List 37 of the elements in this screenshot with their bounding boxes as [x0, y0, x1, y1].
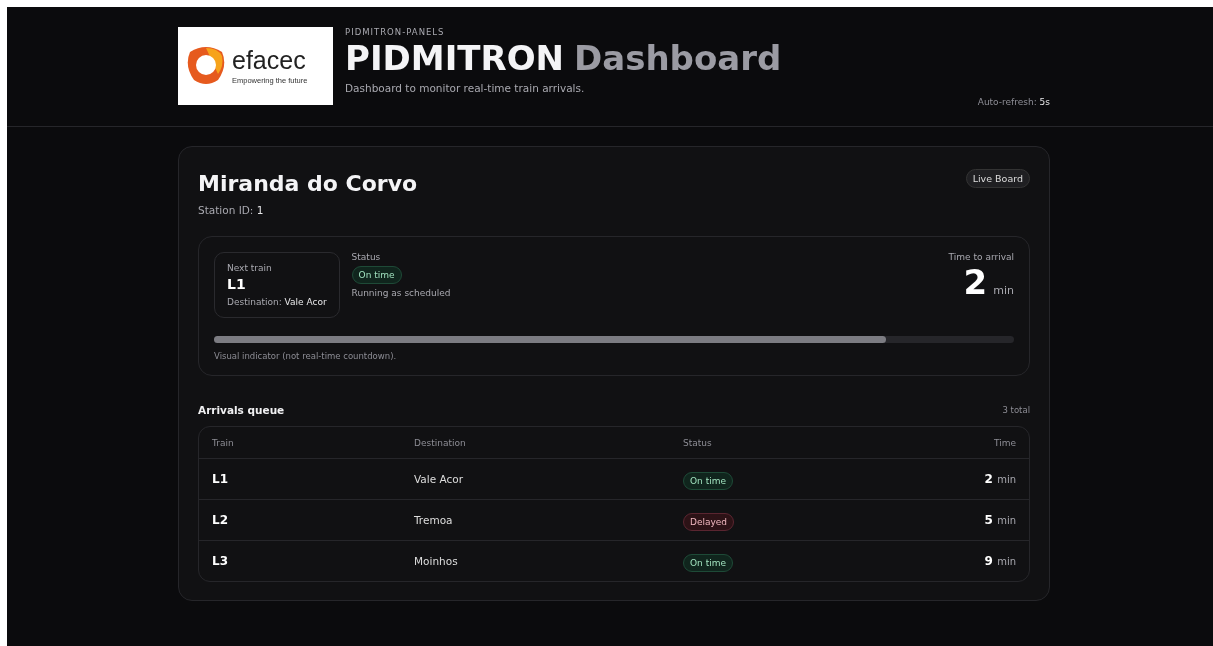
column-header: Train — [212, 437, 235, 448]
indicator-note: Visual indicator (not real-time countdown). — [214, 351, 398, 361]
next-train-label: Next train — [227, 263, 273, 273]
app-eyebrow: PIDMITRON-PANELS — [345, 27, 446, 37]
page-title: PIDMITRON — [345, 39, 564, 79]
eta-value: 2 — [963, 264, 988, 302]
page-title-accent: Dashboard — [574, 39, 782, 79]
destination-cell-text: Vale Acor — [414, 473, 465, 485]
destination-cell-text: Tremoa — [414, 514, 454, 526]
time-cell: 2 min — [984, 472, 1016, 486]
destination-cell-text: Moinhos — [414, 555, 459, 567]
status-pill: On time — [351, 266, 402, 284]
auto-refresh-label: Auto-refresh: 5s — [977, 97, 1050, 107]
station-name: Miranda do Corvo — [198, 171, 418, 196]
next-train-destination: Destination: Vale Acor — [227, 297, 327, 307]
page-subtitle: Dashboard to monitor real-time train arrivals. — [345, 82, 586, 95]
train-cell-text: L1 — [212, 472, 229, 486]
column-header: Destination — [414, 437, 467, 448]
status-pill: On time — [683, 471, 733, 490]
eta-unit: min — [993, 284, 1014, 297]
next-train-line: L1 — [227, 276, 247, 292]
status-note: Running as scheduled — [351, 288, 452, 298]
queue-title: Arrivals queue — [198, 404, 285, 416]
status-label: Status — [351, 252, 382, 262]
column-header: Status — [683, 437, 713, 448]
train-cell-text: L3 — [212, 554, 229, 568]
status-pill: On time — [683, 553, 733, 572]
column-header: Time — [993, 437, 1016, 448]
queue-count: 3 total — [1002, 405, 1030, 415]
station-id: Station ID: 1 — [198, 204, 265, 216]
logo-name: efacec — [232, 47, 307, 73]
time-cell: 5 min — [984, 513, 1016, 527]
time-cell: 9 min — [984, 554, 1016, 568]
status-pill: Delayed — [683, 512, 735, 531]
live-board-badge: Live Board — [965, 169, 1030, 188]
train-cell-text: L2 — [212, 513, 229, 527]
eta-label: Time to arrival — [948, 252, 1014, 262]
